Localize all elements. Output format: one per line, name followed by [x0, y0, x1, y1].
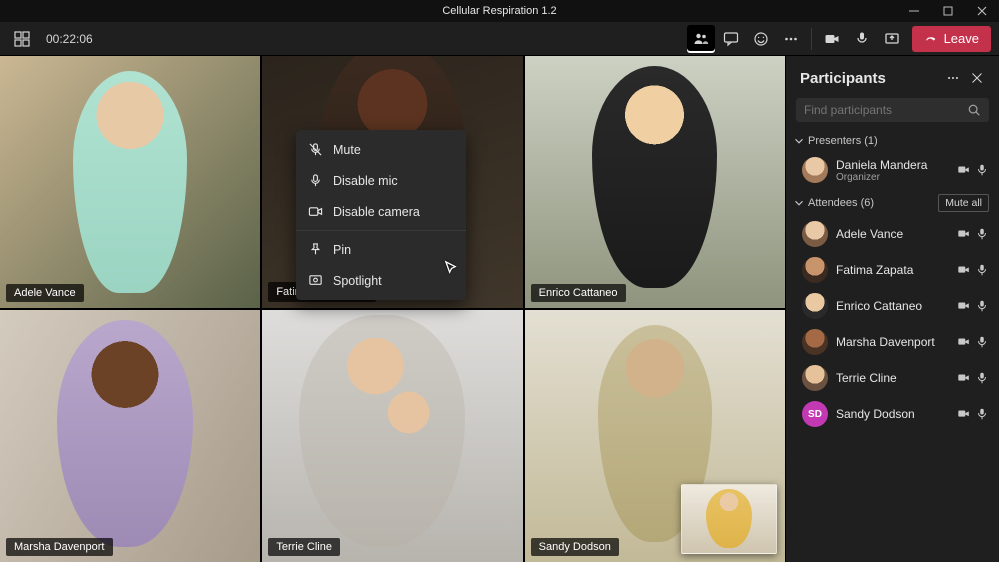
chevron-down-icon	[792, 134, 806, 148]
reactions-icon[interactable]	[747, 25, 775, 53]
minimize-button[interactable]	[897, 0, 931, 22]
ctx-disable-mic[interactable]: Disable mic	[296, 165, 466, 196]
mic-on-icon	[975, 227, 989, 241]
avatar	[802, 365, 828, 391]
video-tile[interactable]: Sandy Dodson	[525, 310, 785, 562]
mic-on-icon	[975, 371, 989, 385]
window-title: Cellular Respiration 1.2	[442, 5, 556, 17]
mic-icon[interactable]	[848, 25, 876, 53]
video-on-icon	[957, 299, 971, 313]
mic-on-icon	[975, 335, 989, 349]
participant-name: Fatima Zapata	[836, 263, 949, 277]
avatar	[802, 157, 828, 183]
avatar	[802, 257, 828, 283]
participant-row[interactable]: Fatima Zapata	[786, 252, 999, 288]
presenters-header[interactable]: Presenters (1)	[786, 128, 999, 152]
mic-on-icon	[975, 299, 989, 313]
video-tile[interactable]: Marsha Davenport	[0, 310, 260, 562]
mic-on-icon	[975, 263, 989, 277]
share-screen-icon[interactable]	[878, 25, 906, 53]
window-controls	[897, 0, 999, 22]
leave-label: Leave	[944, 31, 979, 46]
mic-on-icon	[975, 407, 989, 421]
tile-name-badge: Marsha Davenport	[6, 538, 113, 556]
panel-close-icon[interactable]	[965, 66, 989, 90]
panel-header: Participants	[786, 56, 999, 98]
video-tile[interactable]: Enrico Cattaneo	[525, 56, 785, 308]
main-area: Adele Vance Fatima Zapata ··· Enrico Cat…	[0, 56, 999, 562]
video-on-icon	[957, 335, 971, 349]
participant-row[interactable]: Marsha Davenport	[786, 324, 999, 360]
toolbar-divider	[811, 28, 812, 50]
search-input[interactable]	[804, 103, 967, 117]
video-tile[interactable]: Adele Vance	[0, 56, 260, 308]
participant-name: Daniela Mandera	[836, 158, 949, 172]
participant-row[interactable]: Adele Vance	[786, 216, 999, 252]
participant-row[interactable]: Terrie Cline	[786, 360, 999, 396]
titlebar: Cellular Respiration 1.2	[0, 0, 999, 22]
app-window: Cellular Respiration 1.2 00:22:06	[0, 0, 999, 562]
search-row	[786, 98, 999, 128]
ctx-separator	[296, 230, 466, 231]
participant-row[interactable]: SD Sandy Dodson	[786, 396, 999, 432]
participant-name: Adele Vance	[836, 227, 949, 241]
participant-context-menu: Mute Disable mic Disable camera Pin	[296, 130, 466, 300]
chat-icon[interactable]	[717, 25, 745, 53]
participant-name: Sandy Dodson	[836, 407, 949, 421]
panel-more-icon[interactable]	[941, 66, 965, 90]
video-on-icon	[957, 407, 971, 421]
close-button[interactable]	[965, 0, 999, 22]
ctx-mute[interactable]: Mute	[296, 134, 466, 165]
tile-name-badge: Enrico Cattaneo	[531, 284, 626, 302]
avatar	[802, 329, 828, 355]
leave-button[interactable]: Leave	[912, 26, 991, 52]
toolbar-left: 00:22:06	[8, 25, 93, 53]
avatar	[802, 221, 828, 247]
participant-role: Organizer	[836, 172, 949, 183]
more-actions-icon[interactable]	[777, 25, 805, 53]
tile-name-badge: Adele Vance	[6, 284, 84, 302]
camera-icon[interactable]	[818, 25, 846, 53]
mute-all-button[interactable]: Mute all	[938, 194, 989, 212]
cursor-icon	[444, 260, 459, 280]
panel-title: Participants	[800, 70, 886, 87]
video-grid: Adele Vance Fatima Zapata ··· Enrico Cat…	[0, 56, 785, 562]
tile-name-badge: Terrie Cline	[268, 538, 340, 556]
video-on-icon	[957, 263, 971, 277]
search-box[interactable]	[796, 98, 989, 122]
participant-name: Terrie Cline	[836, 371, 949, 385]
participant-name: Enrico Cattaneo	[836, 299, 949, 313]
ctx-pin[interactable]: Pin	[296, 234, 466, 265]
tile-name-badge: Sandy Dodson	[531, 538, 619, 556]
video-tile[interactable]: Terrie Cline	[262, 310, 522, 562]
participants-panel: Participants Presenters (1) Daniela Mand…	[785, 56, 999, 562]
avatar: SD	[802, 401, 828, 427]
video-on-icon	[957, 227, 971, 241]
toolbar-right: Leave	[687, 25, 991, 53]
video-on-icon	[957, 163, 971, 177]
meeting-timer: 00:22:06	[46, 32, 93, 46]
avatar	[802, 293, 828, 319]
participant-name: Marsha Davenport	[836, 335, 949, 349]
meeting-toolbar: 00:22:06	[0, 22, 999, 56]
self-view-pip[interactable]	[681, 484, 777, 554]
maximize-button[interactable]	[931, 0, 965, 22]
people-icon[interactable]	[687, 25, 715, 53]
participant-row[interactable]: Enrico Cattaneo	[786, 288, 999, 324]
participant-row[interactable]: Daniela Mandera Organizer	[786, 152, 999, 188]
video-on-icon	[957, 371, 971, 385]
search-icon	[967, 103, 981, 117]
mic-on-icon	[975, 163, 989, 177]
attendees-header[interactable]: Attendees (6) Mute all	[786, 188, 999, 216]
grid-view-icon[interactable]	[8, 25, 36, 53]
chevron-down-icon	[792, 196, 806, 210]
ctx-disable-camera[interactable]: Disable camera	[296, 196, 466, 227]
ctx-spotlight[interactable]: Spotlight	[296, 265, 466, 296]
